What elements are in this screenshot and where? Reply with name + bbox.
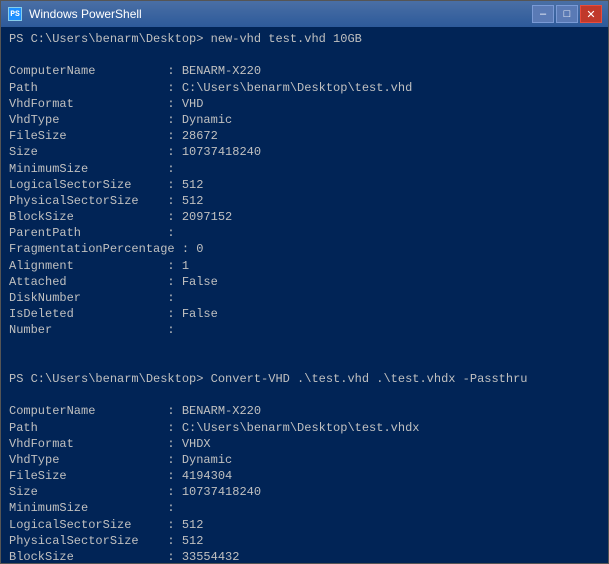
prop-Size-1: Size : 10737418240 <box>9 144 600 160</box>
prop-FileSize-1: FileSize : 28672 <box>9 128 600 144</box>
prop-Alignment-1: Alignment : 1 <box>9 258 600 274</box>
prop-LogicalSectorSize-1: LogicalSectorSize : 512 <box>9 177 600 193</box>
prop-LogicalSectorSize-2: LogicalSectorSize : 512 <box>9 517 600 533</box>
prop-VhdType-2: VhdType : Dynamic <box>9 452 600 468</box>
prop-Size-2: Size : 10737418240 <box>9 484 600 500</box>
minimize-button[interactable]: – <box>532 5 554 23</box>
prop-ParentPath-1: ParentPath : <box>9 225 600 241</box>
prop-BlockSize-1: BlockSize : 2097152 <box>9 209 600 225</box>
prop-VhdFormat-1: VhdFormat : VHD <box>9 96 600 112</box>
prop-FileSize-2: FileSize : 4194304 <box>9 468 600 484</box>
prop-PhysicalSectorSize-2: PhysicalSectorSize : 512 <box>9 533 600 549</box>
title-bar-left: PS Windows PowerShell <box>7 6 142 22</box>
title-bar: PS Windows PowerShell – □ ✕ <box>1 1 608 27</box>
prop-FragmentationPercentage-1: FragmentationPercentage : 0 <box>9 241 600 257</box>
close-button[interactable]: ✕ <box>580 5 602 23</box>
prop-BlockSize-2: BlockSize : 33554432 <box>9 549 600 563</box>
maximize-button[interactable]: □ <box>556 5 578 23</box>
prop-VhdFormat-2: VhdFormat : VHDX <box>9 436 600 452</box>
powershell-icon: PS <box>7 6 23 22</box>
prop-MinimumSize-1: MinimumSize : <box>9 161 600 177</box>
blank-line <box>9 47 600 63</box>
prop-IsDeleted-1: IsDeleted : False <box>9 306 600 322</box>
prop-Attached-1: Attached : False <box>9 274 600 290</box>
window-controls: – □ ✕ <box>532 5 602 23</box>
prop-Path-1: Path : C:\Users\benarm\Desktop\test.vhd <box>9 80 600 96</box>
terminal-output[interactable]: PS C:\Users\benarm\Desktop> new-vhd test… <box>1 27 608 563</box>
prop-MinimumSize-2: MinimumSize : <box>9 500 600 516</box>
blank-line-2 <box>9 339 600 355</box>
blank-line-3 <box>9 355 600 371</box>
prop-Path-2: Path : C:\Users\benarm\Desktop\test.vhdx <box>9 420 600 436</box>
prompt-line-2: PS C:\Users\benarm\Desktop> Convert-VHD … <box>9 371 600 387</box>
window-title: Windows PowerShell <box>29 7 142 21</box>
prop-ComputerName-1: ComputerName : BENARM-X220 <box>9 63 600 79</box>
prop-VhdType-1: VhdType : Dynamic <box>9 112 600 128</box>
powershell-window: PS Windows PowerShell – □ ✕ PS C:\Users\… <box>0 0 609 564</box>
prop-Number-1: Number : <box>9 322 600 338</box>
prop-DiskNumber-1: DiskNumber : <box>9 290 600 306</box>
prompt-line-1: PS C:\Users\benarm\Desktop> new-vhd test… <box>9 31 600 47</box>
prop-PhysicalSectorSize-1: PhysicalSectorSize : 512 <box>9 193 600 209</box>
prop-ComputerName-2: ComputerName : BENARM-X220 <box>9 403 600 419</box>
blank-line-4 <box>9 387 600 403</box>
